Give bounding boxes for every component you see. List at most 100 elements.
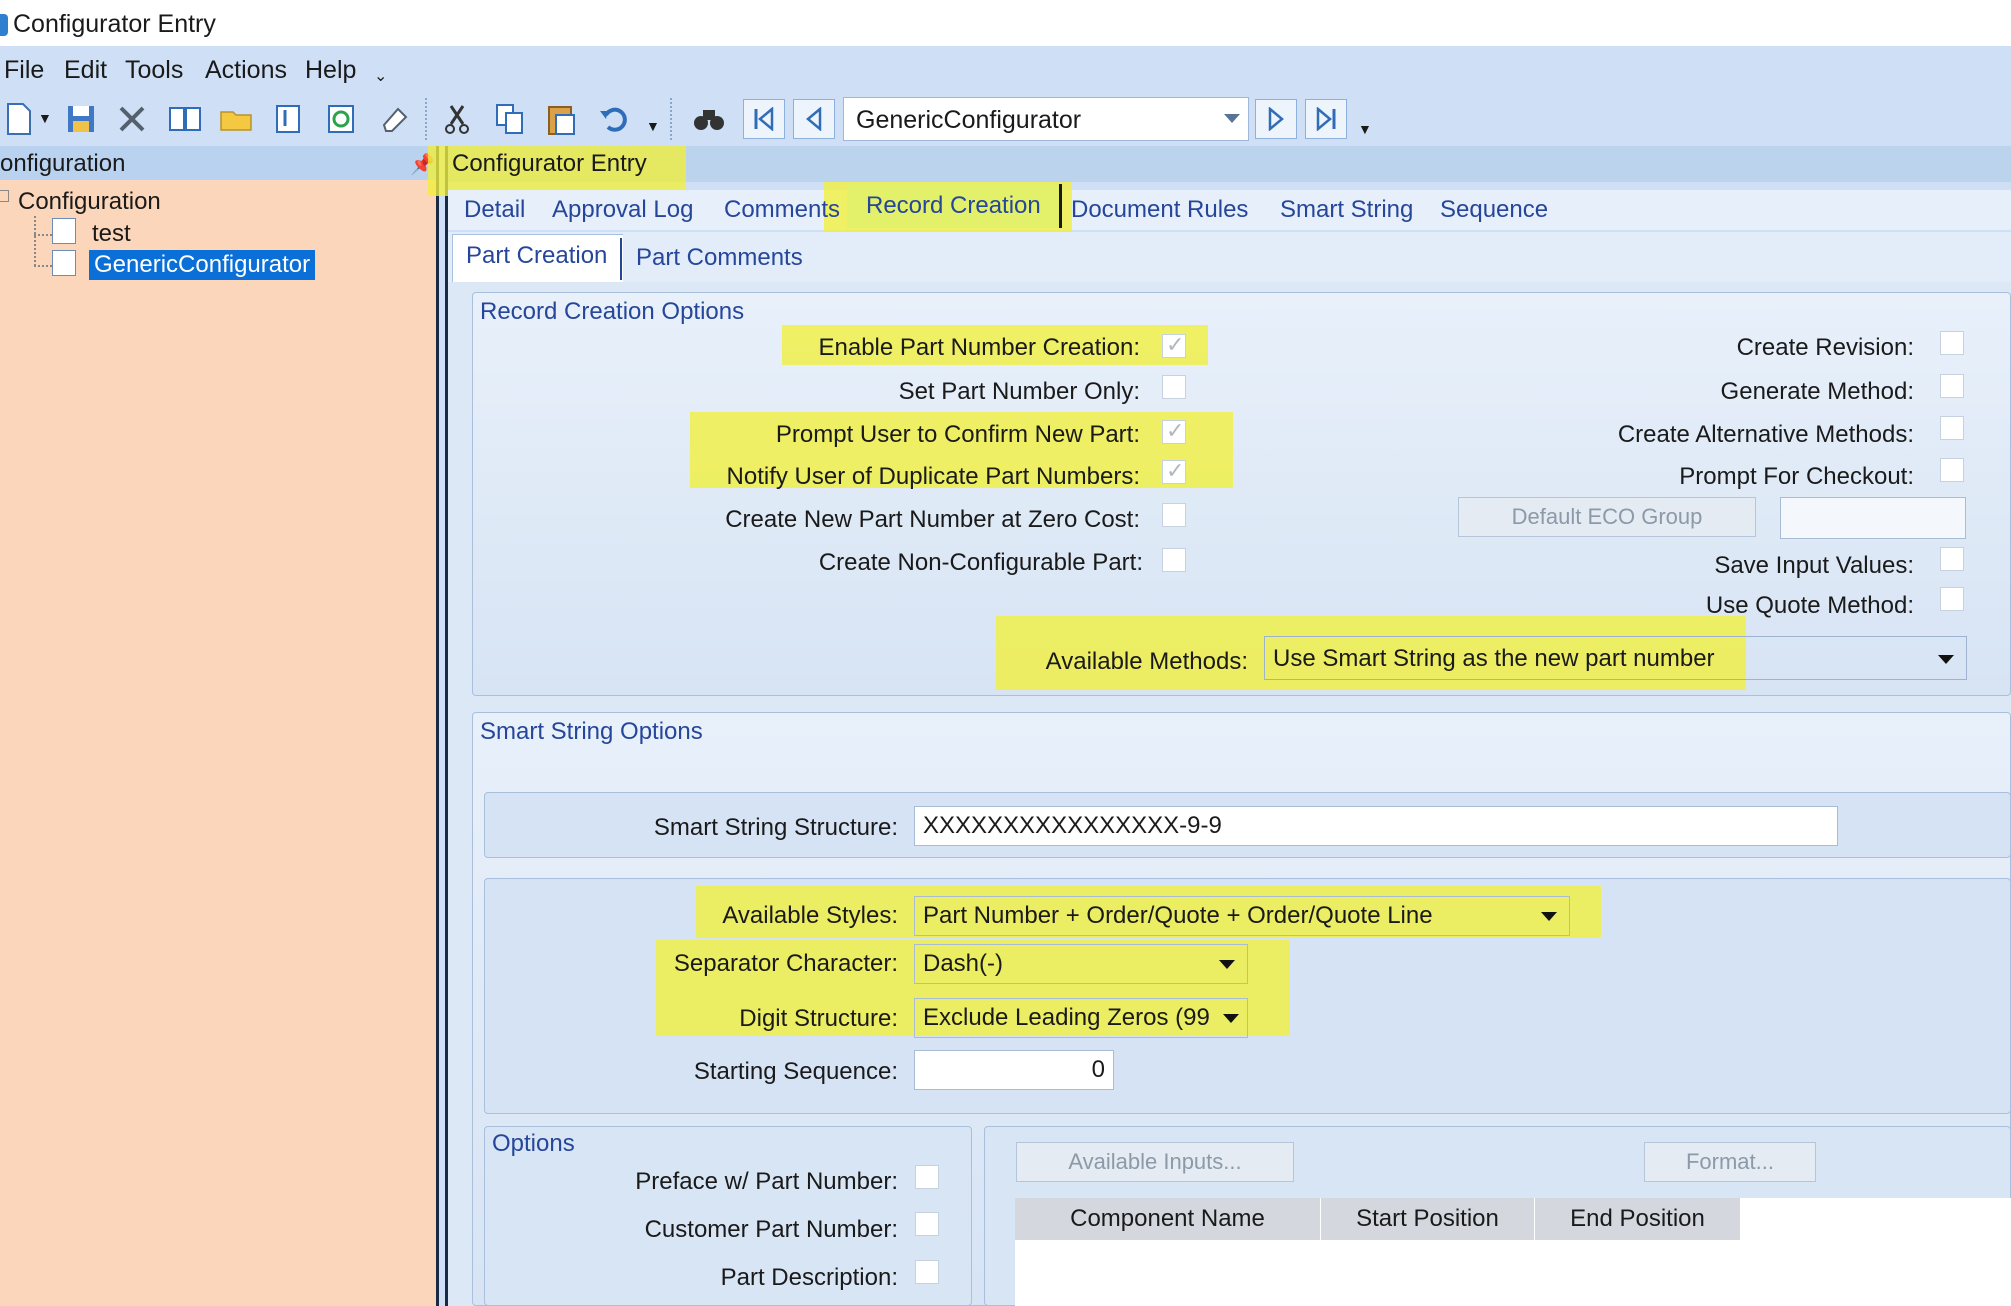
create-revision-checkbox[interactable] bbox=[1940, 331, 1964, 355]
enable-part-number-creation-checkbox[interactable] bbox=[1162, 332, 1186, 358]
set-part-number-only-label: Set Part Number Only: bbox=[898, 378, 1140, 405]
record-selector-combo[interactable]: GenericConfigurator bbox=[843, 97, 1249, 141]
menu-help[interactable]: Help bbox=[305, 56, 356, 85]
undo-icon[interactable] bbox=[595, 100, 633, 138]
next-record-button[interactable] bbox=[1255, 99, 1297, 139]
default-eco-group-field[interactable] bbox=[1780, 497, 1966, 539]
tree-item-test[interactable]: test bbox=[92, 220, 131, 248]
tab-record-creation[interactable]: Record Creation bbox=[866, 192, 1041, 220]
folder-icon[interactable] bbox=[217, 100, 255, 138]
chevron-down-icon[interactable] bbox=[1541, 912, 1557, 921]
subtab-part-comments[interactable]: Part Comments bbox=[636, 244, 803, 272]
create-new-part-zero-cost-label: Create New Part Number at Zero Cost: bbox=[725, 506, 1140, 533]
combo-dropdown-icon[interactable] bbox=[1224, 114, 1240, 123]
chevron-down-icon[interactable] bbox=[1223, 1014, 1239, 1023]
create-alternative-methods-checkbox[interactable] bbox=[1940, 416, 1964, 440]
chevron-down-icon[interactable] bbox=[1219, 960, 1235, 969]
separator-character-value: Dash(-) bbox=[923, 950, 1004, 977]
first-record-button[interactable] bbox=[743, 99, 785, 139]
part-description-checkbox[interactable] bbox=[915, 1260, 939, 1284]
default-eco-group-button[interactable]: Default ECO Group bbox=[1458, 497, 1756, 537]
prompt-for-checkout-checkbox[interactable] bbox=[1940, 458, 1964, 482]
available-methods-value: Use Smart String as the new part number bbox=[1273, 645, 1715, 672]
tree-expand-icon[interactable] bbox=[0, 190, 9, 202]
refresh-icon[interactable] bbox=[322, 100, 360, 138]
binoculars-icon[interactable] bbox=[690, 100, 728, 138]
starting-sequence-field[interactable]: 0 bbox=[914, 1050, 1114, 1090]
grid-header-end-position[interactable]: End Position bbox=[1535, 1198, 1741, 1240]
tree-panel bbox=[0, 146, 436, 1306]
available-methods-select[interactable]: Use Smart String as the new part number bbox=[1264, 636, 1967, 680]
tree-item-genericconfigurator[interactable]: GenericConfigurator bbox=[89, 250, 316, 280]
generate-method-label: Generate Method: bbox=[1720, 378, 1914, 405]
generate-method-checkbox[interactable] bbox=[1940, 374, 1964, 398]
options-title: Options bbox=[492, 1130, 575, 1157]
tab-detail[interactable]: Detail bbox=[464, 196, 525, 224]
create-new-part-zero-cost-checkbox[interactable] bbox=[1162, 503, 1186, 527]
smart-string-structure-field[interactable]: XXXXXXXXXXXXXXXX-9-9 bbox=[914, 806, 1838, 846]
menu-file[interactable]: File bbox=[4, 56, 44, 85]
available-methods-label: Available Methods: bbox=[1045, 648, 1248, 675]
chevron-down-icon[interactable] bbox=[1938, 655, 1954, 664]
previous-record-button[interactable] bbox=[793, 99, 835, 139]
separator-character-select[interactable]: Dash(-) bbox=[914, 944, 1248, 984]
record-creation-options-title: Record Creation Options bbox=[480, 298, 745, 325]
document-icon bbox=[52, 250, 76, 276]
panel-splitter[interactable] bbox=[436, 146, 448, 1306]
cut-icon[interactable] bbox=[438, 100, 476, 138]
smart-string-structure-label: Smart String Structure: bbox=[653, 814, 898, 841]
book-icon[interactable] bbox=[166, 100, 204, 138]
record-selector-value: GenericConfigurator bbox=[856, 106, 1082, 134]
tab-smart-string[interactable]: Smart String bbox=[1280, 196, 1413, 224]
available-inputs-button[interactable]: Available Inputs... bbox=[1016, 1142, 1294, 1182]
tree-connector bbox=[34, 265, 52, 267]
undo-dropdown-icon[interactable]: ▼ bbox=[646, 118, 660, 134]
notify-duplicate-part-numbers-checkbox[interactable] bbox=[1162, 458, 1186, 484]
available-styles-select[interactable]: Part Number + Order/Quote + Order/Quote … bbox=[914, 896, 1570, 936]
prompt-confirm-new-part-checkbox[interactable] bbox=[1162, 418, 1186, 444]
part-description-label: Part Description: bbox=[720, 1264, 898, 1291]
tree-connector bbox=[34, 216, 36, 266]
tab-sequence[interactable]: Sequence bbox=[1440, 196, 1548, 224]
menu-overflow-icon[interactable]: ⌄ bbox=[374, 66, 387, 86]
tree-root[interactable]: Configuration bbox=[18, 188, 161, 216]
prompt-confirm-new-part-label: Prompt User to Confirm New Part: bbox=[775, 421, 1140, 448]
subtab-part-creation[interactable]: Part Creation bbox=[466, 242, 607, 270]
new-dropdown-icon[interactable]: ▼ bbox=[38, 110, 52, 126]
use-quote-method-checkbox[interactable] bbox=[1940, 587, 1964, 611]
create-non-configurable-part-checkbox[interactable] bbox=[1162, 548, 1186, 572]
caption-title: Configurator Entry bbox=[452, 150, 647, 177]
copy-icon[interactable] bbox=[491, 100, 529, 138]
tab-approval-log[interactable]: Approval Log bbox=[552, 196, 693, 224]
menu-actions[interactable]: Actions bbox=[205, 56, 287, 85]
set-part-number-only-checkbox[interactable] bbox=[1162, 375, 1186, 399]
preface-part-number-checkbox[interactable] bbox=[915, 1165, 939, 1189]
document-icon bbox=[52, 218, 76, 244]
starting-sequence-value: 0 bbox=[1091, 1056, 1105, 1083]
create-revision-label: Create Revision: bbox=[1736, 334, 1914, 361]
attach-icon[interactable] bbox=[270, 100, 308, 138]
tab-document-rules[interactable]: Document Rules bbox=[1071, 196, 1248, 224]
create-alternative-methods-label: Create Alternative Methods: bbox=[1617, 421, 1914, 448]
starting-sequence-label: Starting Sequence: bbox=[693, 1058, 898, 1085]
grid-header-component-name[interactable]: Component Name bbox=[1015, 1198, 1321, 1240]
delete-icon[interactable] bbox=[113, 100, 151, 138]
toolbar-overflow-icon[interactable]: ▼ bbox=[1358, 121, 1372, 137]
customer-part-number-checkbox[interactable] bbox=[915, 1212, 939, 1236]
last-record-button[interactable] bbox=[1305, 99, 1347, 139]
save-input-values-checkbox[interactable] bbox=[1940, 547, 1964, 571]
eraser-icon[interactable] bbox=[375, 100, 413, 138]
separator-character-label: Separator Character: bbox=[673, 950, 898, 977]
menu-edit[interactable]: Edit bbox=[64, 56, 107, 85]
format-button[interactable]: Format... bbox=[1644, 1142, 1816, 1182]
save-icon[interactable] bbox=[62, 100, 100, 138]
tab-comments[interactable]: Comments bbox=[724, 196, 840, 224]
menu-tools[interactable]: Tools bbox=[125, 56, 183, 85]
paste-icon[interactable] bbox=[542, 100, 580, 138]
new-icon[interactable] bbox=[0, 100, 38, 138]
grid-header-start-position[interactable]: Start Position bbox=[1321, 1198, 1535, 1240]
toolbar-separator bbox=[425, 98, 432, 140]
app-icon bbox=[0, 14, 8, 36]
digit-structure-select[interactable]: Exclude Leading Zeros (99 bbox=[914, 998, 1248, 1038]
smart-string-options-title: Smart String Options bbox=[480, 718, 703, 745]
